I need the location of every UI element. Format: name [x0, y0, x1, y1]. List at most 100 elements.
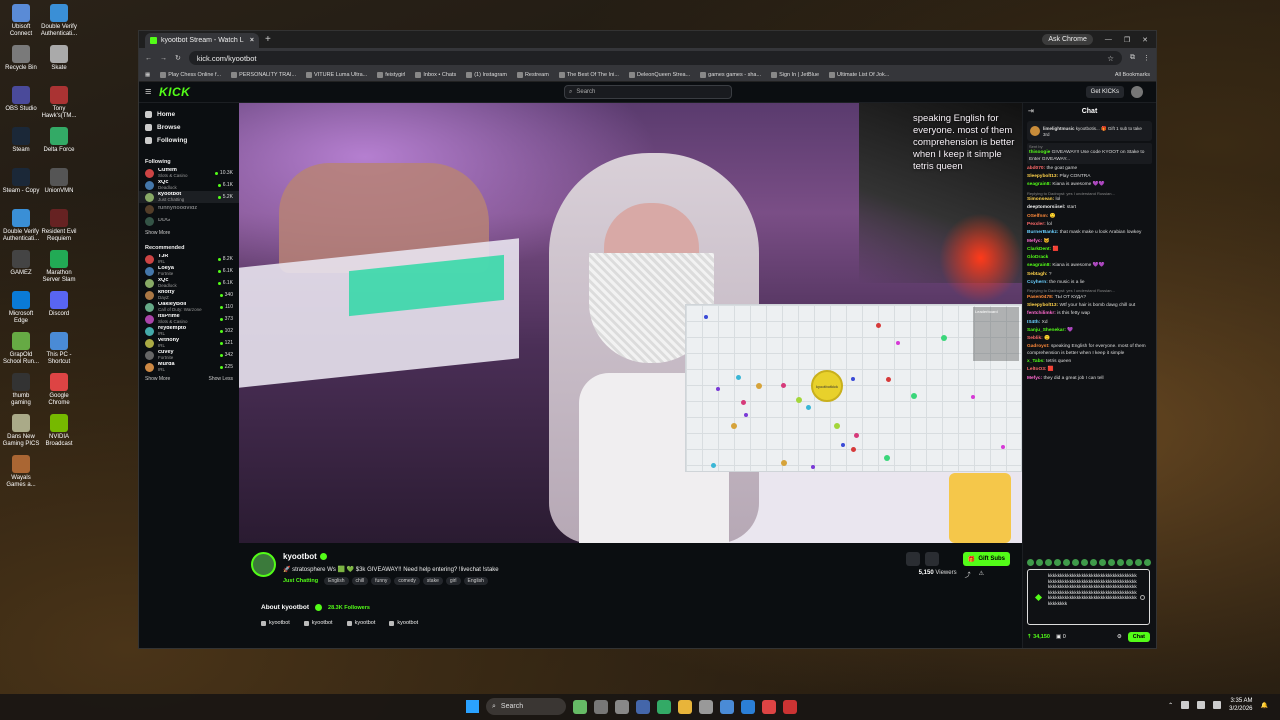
share-icon[interactable]	[944, 552, 958, 566]
user-avatar[interactable]	[1131, 86, 1143, 98]
heart-follow-icon[interactable]	[924, 552, 939, 566]
channel-item[interactable]: ItsPrime Slots & Casino 373	[139, 313, 239, 325]
channel-item[interactable]: kyootbot Just Chatting 5.2K	[139, 191, 239, 203]
bookmark-star-icon[interactable]: ☆	[1107, 54, 1114, 63]
channel-item[interactable]: Murda IRL 225	[139, 361, 239, 373]
volume-icon[interactable]	[1197, 701, 1206, 709]
chat-message[interactable]: abd070: the goat game	[1027, 166, 1152, 172]
chat-username[interactable]: thisoogie	[1029, 150, 1052, 155]
send-chat-button[interactable]: Chat	[1127, 632, 1150, 642]
instagram-link[interactable]: kyootbot	[261, 620, 290, 626]
chat-message[interactable]: x_Tabs: tetris queen	[1027, 359, 1152, 365]
desktop-icon[interactable]: Microsoft Edge	[2, 291, 40, 325]
video-player[interactable]: speaking English for everyone. most of t…	[239, 103, 1022, 543]
desktop-icon[interactable]: Steam - Copy	[2, 168, 40, 195]
emote-icon[interactable]	[1108, 559, 1115, 566]
bookmark-item[interactable]: Sign In | JetBlue	[771, 71, 819, 78]
chrome-icon[interactable]	[762, 699, 776, 714]
chat-username[interactable]: Sanju_Shenekar:	[1027, 328, 1067, 333]
collapse-chat-icon[interactable]: ⇥	[1028, 107, 1034, 115]
emote-icon[interactable]	[1117, 559, 1124, 566]
chat-username[interactable]: Mefyc:	[1027, 239, 1044, 244]
search-input[interactable]: ⌕ Search	[564, 85, 732, 99]
chat-message[interactable]: Seblik: 🙂	[1027, 336, 1152, 342]
chrome-profile-icon[interactable]	[783, 699, 797, 714]
emote-icon[interactable]	[1144, 559, 1151, 566]
channel-item[interactable]: TJR IRL 8.2K	[139, 253, 239, 265]
chat-username[interactable]: IS4th:	[1027, 320, 1042, 325]
battery-icon[interactable]	[1213, 701, 1222, 709]
channel-item[interactable]: Cuffem Slots & Casino 10.3K	[139, 167, 239, 179]
chat-username[interactable]: deeptomorsiisel:	[1027, 205, 1067, 210]
emote-icon[interactable]	[1036, 559, 1043, 566]
forward-icon[interactable]: →	[160, 55, 167, 62]
desktop-icon[interactable]: thumb gaming	[2, 373, 40, 407]
menu-icon[interactable]: ⋮	[1143, 54, 1150, 62]
chat-username[interactable]: x_Tabs:	[1027, 359, 1046, 364]
url-input[interactable]: kick.com/kyootbot ☆	[188, 51, 1122, 65]
channel-item[interactable]: DDG	[139, 215, 239, 227]
channel-item[interactable]: xQc Deadlock 6.1K	[139, 179, 239, 191]
file-explorer-icon[interactable]	[678, 699, 692, 714]
bookmark-item[interactable]: DeleonQueen Strea...	[628, 71, 690, 78]
widget-icon[interactable]	[573, 699, 587, 714]
new-tab-button[interactable]: +	[265, 34, 271, 45]
chat-message[interactable]: Pexxler: lol	[1027, 222, 1152, 228]
desktop-icon[interactable]: GAMEZ	[2, 250, 40, 277]
desktop-icon[interactable]: Recycle Bin	[2, 45, 40, 72]
extensions-icon[interactable]: ⧉	[1130, 54, 1135, 62]
chat-username[interactable]: Pasen0478:	[1027, 295, 1055, 300]
desktop-icon[interactable]: Ubisoft Connect	[2, 4, 40, 38]
chat-username[interactable]: Seblik:	[1027, 336, 1044, 341]
channel-item[interactable]: reydempto IRL 102	[139, 325, 239, 337]
chat-username[interactable]: LeltoO3:	[1027, 367, 1048, 372]
desktop-icon[interactable]: Resident Evil Requiem	[40, 209, 78, 243]
desktop-icon[interactable]: Steam	[2, 127, 40, 154]
chat-message[interactable]: Gadroyst: speaking English for everyone.…	[1027, 344, 1152, 357]
bookmark-item[interactable]: games games - sha...	[700, 71, 761, 78]
chat-username[interactable]: Gadroyst:	[1027, 344, 1051, 349]
report-icon[interactable]: ⚠	[979, 570, 984, 579]
emote-icon[interactable]	[1135, 559, 1142, 566]
desktop-icon[interactable]: Marathon Server Slam	[40, 250, 78, 284]
desktop-icon[interactable]: Skate	[40, 45, 78, 72]
nav-browse[interactable]: Browse	[139, 121, 239, 134]
close-window-icon[interactable]: ✕	[1142, 36, 1148, 44]
emote-icon[interactable]	[1063, 559, 1070, 566]
all-bookmarks[interactable]: All Bookmarks	[1115, 72, 1150, 78]
emote-icon[interactable]	[1090, 559, 1097, 566]
streamer-avatar[interactable]	[251, 552, 276, 577]
chat-username[interactable]: OSelfnm:	[1027, 214, 1050, 219]
chat-username[interactable]: GloDrack	[1027, 255, 1048, 260]
channel-item[interactable]: funnyhoodvidz	[139, 203, 239, 215]
taskbar-search[interactable]: ⌕ Search	[486, 698, 566, 715]
wallet-count[interactable]: ▣ 0	[1056, 634, 1066, 640]
edge-icon[interactable]	[741, 699, 755, 714]
chat-message[interactable]: Sanju_Shenekar: 💜	[1027, 328, 1152, 334]
nav-following[interactable]: Following	[139, 134, 239, 147]
x-link[interactable]: kyootbot	[303, 620, 333, 626]
chat-message[interactable]: seagrain8: Kiana is awesome 💜💜	[1027, 182, 1152, 188]
chat-username[interactable]: Sebtagh:	[1027, 272, 1049, 277]
chat-username[interactable]: Pexxler:	[1027, 222, 1047, 227]
tiktok-link[interactable]: kyootbot	[389, 620, 418, 626]
calculator-icon[interactable]	[699, 699, 713, 714]
ask-chrome-button[interactable]: Ask Chrome	[1042, 34, 1093, 45]
desktop-icon[interactable]: Double Verify Authenticati...	[2, 209, 40, 243]
channel-item[interactable]: xQc Deadlock 6.1K	[139, 277, 239, 289]
chat-message[interactable]: Sebtagh: ?	[1027, 272, 1152, 278]
tag-chip[interactable]: English	[324, 577, 349, 585]
show-more-recommended[interactable]: Show More	[145, 376, 170, 382]
desktop-icon[interactable]: Discord	[40, 291, 78, 318]
hamburger-menu-icon[interactable]: ≡	[145, 86, 159, 98]
emoji-icon[interactable]	[1140, 595, 1145, 600]
nav-home[interactable]: Home	[139, 108, 239, 121]
chat-input[interactable]: kkkkkkkkkkkkkkkkkkkkkkkkkkkkkkkkkkkkkkkk…	[1027, 569, 1150, 625]
youtube-link[interactable]: kyootbot	[346, 620, 375, 626]
chat-username[interactable]: BurnerBankz:	[1027, 230, 1060, 235]
bookmark-item[interactable]: Inbox • Chats	[415, 71, 456, 78]
chat-username[interactable]: abd070:	[1027, 166, 1046, 171]
tag-chip[interactable]: funny	[371, 577, 392, 585]
network-icon[interactable]	[1181, 701, 1190, 709]
desktop-icon[interactable]: Double Verify Authenticati...	[40, 4, 78, 38]
